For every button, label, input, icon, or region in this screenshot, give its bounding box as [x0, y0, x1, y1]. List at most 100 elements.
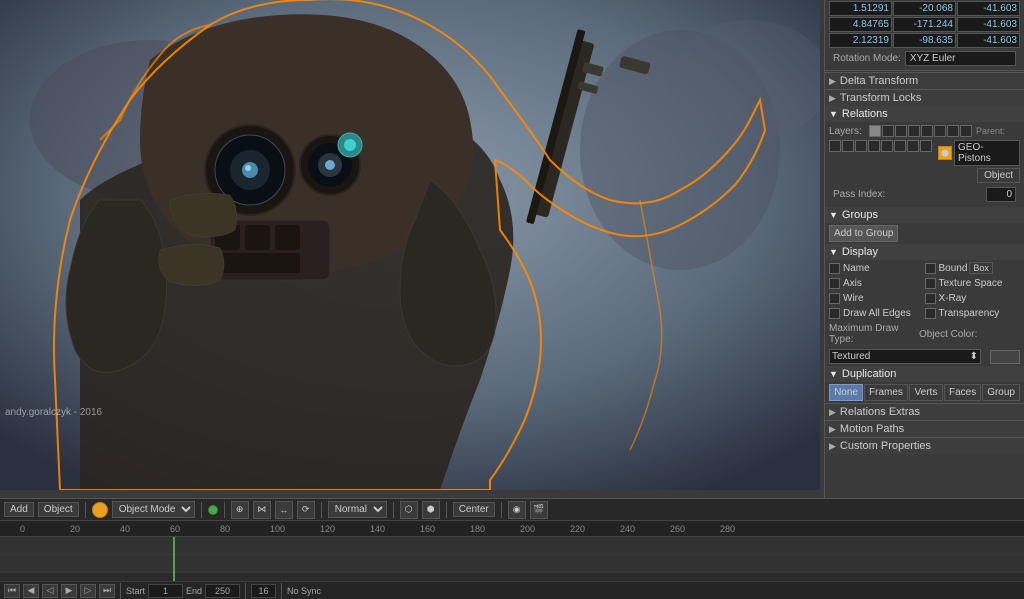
- object-mode-icon[interactable]: [92, 502, 108, 518]
- duplication-none-button[interactable]: None: [829, 384, 863, 401]
- end-frame-value[interactable]: 250: [205, 584, 240, 598]
- layer-box-6[interactable]: [934, 125, 946, 137]
- timeline-ruler: 0 20 40 60 80 100 120 140 160 180 200 22…: [0, 521, 1024, 537]
- center-button[interactable]: Center: [453, 502, 495, 517]
- max-draw-type-label: Maximum Draw Type:: [829, 323, 919, 345]
- current-frame-value[interactable]: 16: [251, 584, 276, 598]
- ruler-120: 120: [320, 524, 335, 534]
- wire-label: Wire: [843, 293, 864, 304]
- draw-all-edges-checkbox[interactable]: [829, 308, 840, 319]
- jump-start-button[interactable]: ⏮: [4, 584, 20, 598]
- transparency-checkbox[interactable]: [925, 308, 936, 319]
- motion-paths-section[interactable]: ▶ Motion Paths: [825, 420, 1024, 437]
- groups-section-header[interactable]: ▼ Groups: [825, 207, 1024, 223]
- xray-label: X-Ray: [939, 293, 967, 304]
- layer-box-16[interactable]: [920, 140, 932, 152]
- ruler-160: 160: [420, 524, 435, 534]
- start-frame-value[interactable]: 1: [148, 584, 183, 598]
- play-forward-button[interactable]: ▶: [61, 584, 77, 598]
- xray-checkbox[interactable]: [925, 293, 936, 304]
- normal-select[interactable]: Normal: [328, 501, 387, 518]
- val-r3c2[interactable]: -98.635: [893, 33, 956, 48]
- layer-box-7[interactable]: [947, 125, 959, 137]
- layer-box-11[interactable]: [855, 140, 867, 152]
- layers-label: Layers:: [829, 126, 869, 137]
- custom-properties-section[interactable]: ▶ Custom Properties: [825, 437, 1024, 454]
- transform-icon[interactable]: ⟳: [297, 501, 315, 519]
- layer-box-8[interactable]: [960, 125, 972, 137]
- val-r2c1[interactable]: 4.84765: [829, 17, 892, 32]
- pivot-icon[interactable]: ⊕: [231, 501, 249, 519]
- val-r1c2[interactable]: -20.068: [893, 1, 956, 16]
- timeline-content[interactable]: [0, 537, 1024, 581]
- draw-type-row: Maximum Draw Type: Object Color:: [825, 321, 1024, 347]
- layer-box-15[interactable]: [907, 140, 919, 152]
- val-r1c1[interactable]: 1.51291: [829, 1, 892, 16]
- transform-locks-label: Transform Locks: [840, 92, 922, 104]
- texture-space-checkbox[interactable]: [925, 278, 936, 289]
- box-label[interactable]: Box: [969, 262, 993, 274]
- separator-4: [321, 502, 322, 518]
- ruler-100: 100: [270, 524, 285, 534]
- val-r2c3[interactable]: -41.603: [957, 17, 1020, 32]
- layer-box-14[interactable]: [894, 140, 906, 152]
- step-forward-button[interactable]: ▷: [80, 584, 96, 598]
- duplication-group-button[interactable]: Group: [982, 384, 1020, 401]
- layer-box-1[interactable]: [869, 125, 881, 137]
- add-button[interactable]: Add: [4, 502, 34, 517]
- camera-icon[interactable]: ◉: [508, 501, 526, 519]
- duplication-section-header[interactable]: ▼ Duplication: [825, 366, 1024, 382]
- draw-type-select[interactable]: Textured⬍: [829, 349, 981, 364]
- snap-icon[interactable]: ⋈: [253, 501, 271, 519]
- layer-box-2[interactable]: [882, 125, 894, 137]
- mesh-icon[interactable]: ⬡: [400, 501, 418, 519]
- object-button[interactable]: Object: [38, 502, 79, 517]
- top-area: andy.goralczyk - 2016 1.51291 -20.068 -4…: [0, 0, 1024, 498]
- transform-locks-section[interactable]: ▶ Transform Locks: [825, 89, 1024, 106]
- parent-type-value[interactable]: Object: [977, 168, 1020, 183]
- ruler-180: 180: [470, 524, 485, 534]
- ruler-0: 0: [20, 524, 25, 534]
- layer-box-5[interactable]: [921, 125, 933, 137]
- relations-section-header[interactable]: ▼ Relations: [825, 106, 1024, 122]
- val-r1c3[interactable]: -41.603: [957, 1, 1020, 16]
- duplication-faces-button[interactable]: Faces: [944, 384, 981, 401]
- groups-content: Add to Group: [825, 223, 1024, 244]
- render-icon[interactable]: 🎬: [530, 501, 548, 519]
- duplication-frames-button[interactable]: Frames: [864, 384, 908, 401]
- add-to-group-button[interactable]: Add to Group: [829, 225, 898, 242]
- jump-end-button[interactable]: ⏭: [99, 584, 115, 598]
- play-back-button[interactable]: ◁: [42, 584, 58, 598]
- playback-separator-1: [120, 583, 121, 599]
- delta-transform-section[interactable]: ▶ Delta Transform: [825, 72, 1024, 89]
- layer-box-13[interactable]: [881, 140, 893, 152]
- layer-box-3[interactable]: [895, 125, 907, 137]
- wire-checkbox[interactable]: [829, 293, 840, 304]
- obj-color-box[interactable]: [990, 350, 1020, 364]
- display-section-header[interactable]: ▼ Display: [825, 244, 1024, 260]
- object-mode-select[interactable]: Object Mode: [112, 501, 195, 518]
- axis-checkbox[interactable]: [829, 278, 840, 289]
- step-back-button[interactable]: ◀: [23, 584, 39, 598]
- val-r3c3[interactable]: -41.603: [957, 33, 1020, 48]
- custom-properties-label: Custom Properties: [840, 440, 931, 452]
- duplication-verts-button[interactable]: Verts: [909, 384, 943, 401]
- val-r3c1[interactable]: 2.12319: [829, 33, 892, 48]
- rotation-mode-value[interactable]: XYZ Euler: [905, 51, 1016, 66]
- layer-box-4[interactable]: [908, 125, 920, 137]
- layer-box-10[interactable]: [842, 140, 854, 152]
- playhead: [173, 537, 175, 581]
- name-checkbox[interactable]: [829, 263, 840, 274]
- layer-box-9[interactable]: [829, 140, 841, 152]
- wire-icon[interactable]: ⬢: [422, 501, 440, 519]
- pass-index-value[interactable]: 0: [986, 187, 1016, 202]
- manipulator-icon[interactable]: ↔: [275, 501, 293, 519]
- rotation-mode-label: Rotation Mode:: [833, 53, 901, 64]
- viewport[interactable]: andy.goralczyk - 2016: [0, 0, 824, 498]
- val-r2c2[interactable]: -171.244: [893, 17, 956, 32]
- relations-extras-section[interactable]: ▶ Relations Extras: [825, 403, 1024, 420]
- bound-checkbox[interactable]: [925, 263, 936, 274]
- separator-3: [224, 502, 225, 518]
- parent-value[interactable]: GEO-Pistons: [954, 140, 1020, 166]
- layer-box-12[interactable]: [868, 140, 880, 152]
